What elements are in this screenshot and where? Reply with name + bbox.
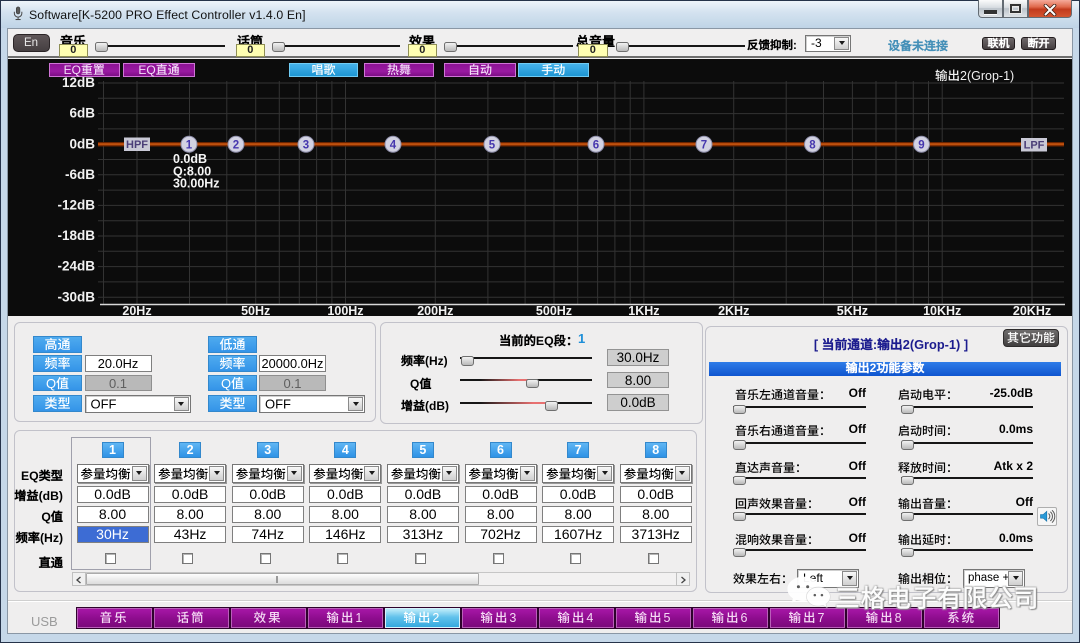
svg-text:-30dB: -30dB — [57, 289, 95, 304]
svg-text:0dB: 0dB — [69, 136, 95, 151]
svg-text:LPF: LPF — [1024, 140, 1045, 152]
svg-text:6: 6 — [593, 139, 599, 151]
svg-text:1: 1 — [186, 139, 193, 151]
svg-text:5KHz: 5KHz — [837, 304, 868, 316]
svg-text:10KHz: 10KHz — [923, 304, 961, 316]
svg-text:30.00Hz: 30.00Hz — [173, 177, 220, 191]
svg-text:7: 7 — [701, 139, 707, 151]
svg-text:2: 2 — [233, 139, 239, 151]
svg-text:-18dB: -18dB — [57, 228, 95, 243]
svg-text:500Hz: 500Hz — [536, 304, 572, 316]
svg-text:20Hz: 20Hz — [122, 304, 151, 316]
svg-text:1KHz: 1KHz — [628, 304, 659, 316]
svg-text:6dB: 6dB — [69, 106, 95, 121]
svg-text:12dB: 12dB — [62, 75, 95, 90]
svg-text:50Hz: 50Hz — [241, 304, 270, 316]
svg-text:8: 8 — [809, 139, 816, 151]
svg-text:100Hz: 100Hz — [327, 304, 363, 316]
svg-text:9: 9 — [918, 139, 924, 151]
svg-text:200Hz: 200Hz — [417, 304, 453, 316]
svg-text:-24dB: -24dB — [57, 259, 95, 274]
svg-text:4: 4 — [390, 139, 397, 151]
svg-text:-12dB: -12dB — [57, 197, 95, 212]
svg-text:HPF: HPF — [126, 139, 148, 151]
svg-text:20KHz: 20KHz — [1013, 304, 1051, 316]
svg-text:3: 3 — [303, 139, 309, 151]
svg-text:2KHz: 2KHz — [718, 304, 749, 316]
svg-text:5: 5 — [489, 139, 496, 151]
svg-text:-6dB: -6dB — [65, 167, 95, 182]
